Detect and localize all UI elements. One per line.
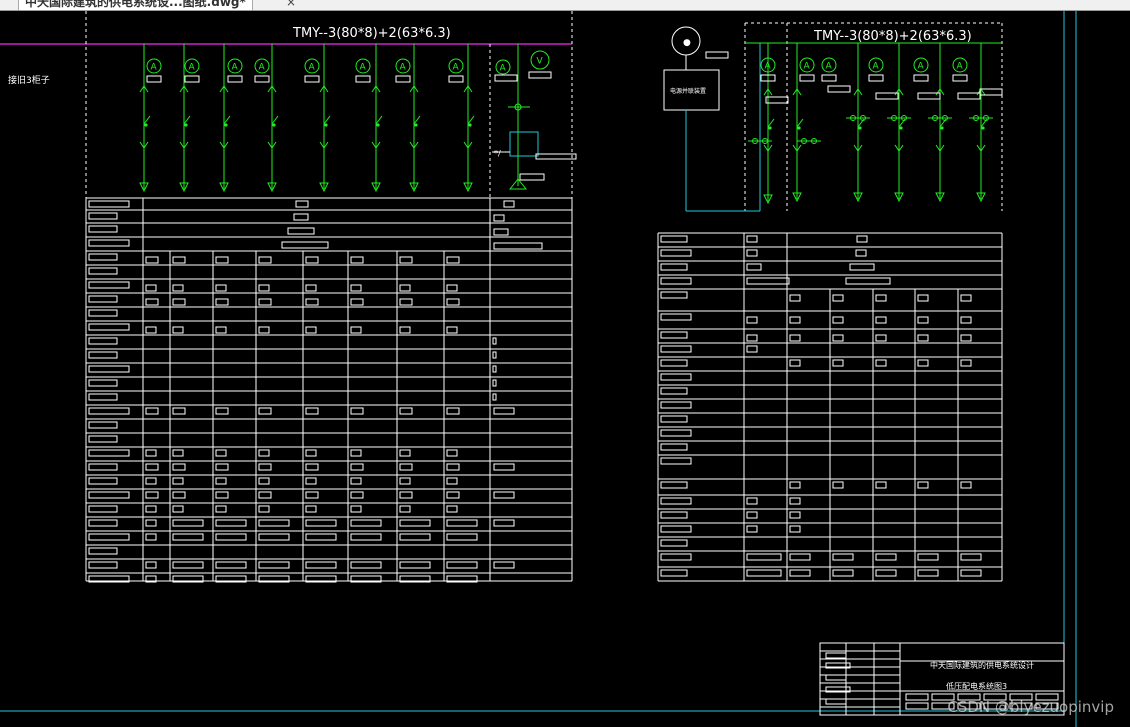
breaker-contact [768, 126, 772, 130]
pointer-mark: */ [494, 149, 501, 158]
ammeter-symbol: A [918, 62, 925, 72]
breaker-contact [414, 123, 418, 127]
left-busbar-label: TMY--3(80*8)+2(63*6.3) [292, 26, 451, 41]
ammeter-symbol: A [259, 63, 266, 73]
breaker-contact [899, 126, 903, 130]
device-box-label: 电源并联装置 [670, 87, 706, 95]
generator-symbol-mark: ● [683, 38, 691, 48]
project-title: 中天国际建筑的供电系统设计 [930, 660, 1034, 670]
close-icon[interactable]: × [286, 0, 296, 9]
document-tab[interactable]: 中天国际建筑的供电系统设...图纸.dwg* [18, 0, 253, 10]
breaker-contact [858, 126, 862, 130]
ammeter-symbol: A [189, 63, 196, 73]
left-side-label: 接旧3柜子 [8, 74, 50, 86]
document-tab-bar: 中天国际建筑的供电系统设...图纸.dwg* × [0, 0, 1130, 11]
ammeter-symbol: A [400, 63, 407, 73]
document-tab-title: 中天国际建筑的供电系统设...图纸.dwg* [25, 0, 246, 9]
breaker-contact [468, 123, 472, 127]
ammeter-symbol: A [826, 62, 833, 72]
ammeter-symbol: A [804, 62, 811, 72]
ammeter-symbol: A [309, 63, 316, 73]
breaker-contact [272, 123, 276, 127]
breaker-contact [797, 126, 801, 130]
breaker-contact [184, 123, 188, 127]
ammeter-symbol: A [765, 62, 772, 72]
breaker-contact [376, 123, 380, 127]
breaker-contact [144, 123, 148, 127]
ammeter-symbol: A [151, 63, 158, 73]
ammeter-symbol: A [500, 64, 507, 74]
breaker-contact [324, 123, 328, 127]
breaker-contact [981, 126, 985, 130]
breaker-contact [940, 126, 944, 130]
right-busbar-label: TMY--3(80*8)+2(63*6.3) [813, 29, 972, 44]
ammeter-symbol: A [873, 62, 880, 72]
ammeter-symbol: A [957, 62, 964, 72]
ammeter-symbol: A [232, 63, 239, 73]
ammeter-symbol: A [453, 63, 460, 73]
voltmeter-symbol: V [537, 57, 544, 67]
breaker-contact [224, 123, 228, 127]
drawing-title: 低压配电系统图3 [946, 681, 1007, 691]
watermark-text: CSDN @biyezuopinvip [947, 698, 1114, 716]
drawing-canvas[interactable]: TMY--3(80*8)+2(63*6.3) 接旧3柜子 A A A A A A A A A V *… [0, 11, 1130, 727]
ammeter-symbol: A [360, 63, 367, 73]
